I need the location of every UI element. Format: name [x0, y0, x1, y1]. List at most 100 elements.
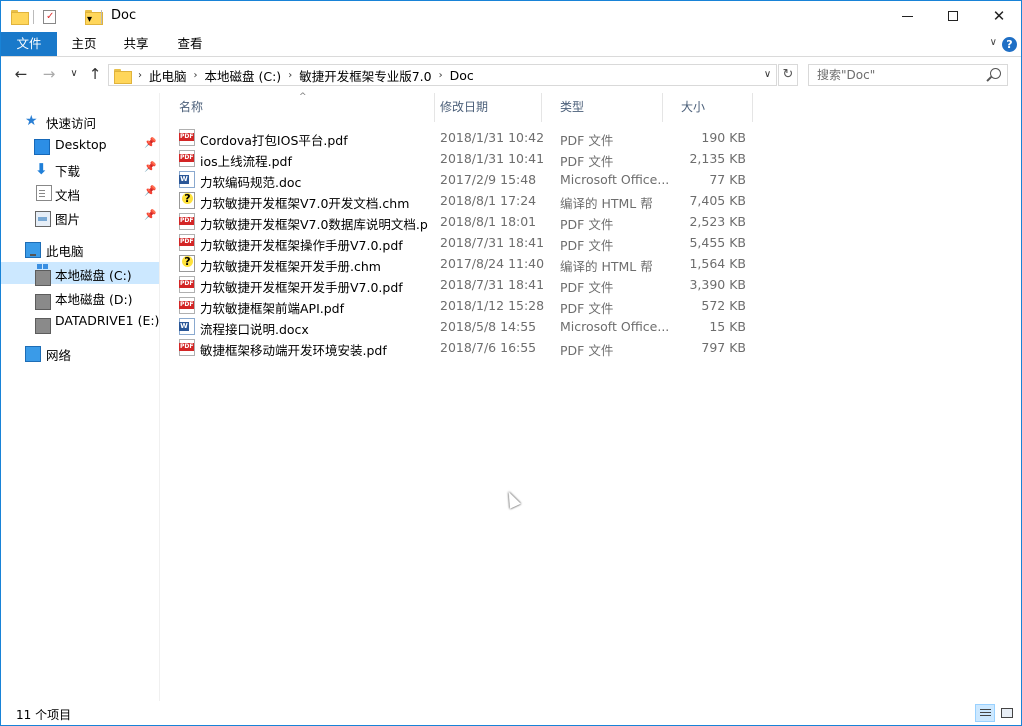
file-row[interactable]: 敏捷框架移动端开发环境安装.pdf 2018/7/6 16:55 PDF 文件 797… — [179, 337, 754, 358]
nav-item-documents[interactable]: 文档 📌 — [1, 182, 159, 204]
file-row[interactable]: 力软敏捷开发框架开发手册.chm 2017/8/24 11:40 编译的 HTML … — [179, 253, 754, 274]
nav-network[interactable]: 网络 — [1, 342, 159, 364]
breadcrumb-drive-c[interactable]: 本地磁盘 (C:) — [200, 66, 287, 85]
breadcrumb-separator[interactable]: › — [437, 70, 445, 81]
tab-share[interactable]: 共享 — [111, 32, 161, 56]
nav-drive-e[interactable]: DATADRIVE1 (E:) — [1, 310, 159, 334]
file-name: 力软敏捷开发框架开发手册V7.0.pdf — [200, 280, 403, 295]
pdf-file-icon — [179, 150, 195, 167]
file-modified-date: 2018/8/1 18:01 — [440, 214, 537, 229]
file-row[interactable]: 力软敏捷框架前端API.pdf 2018/1/12 15:28 PDF 文件 572 … — [179, 295, 754, 316]
column-label: 大小 — [681, 100, 706, 114]
tab-home[interactable]: 主页 — [59, 32, 109, 56]
desktop-icon — [34, 139, 50, 155]
properties-icon: ✓ — [43, 10, 56, 24]
file-size: 797 KB — [701, 340, 746, 355]
pin-icon[interactable]: 📌 — [144, 138, 156, 149]
close-icon: ✕ — [992, 7, 1006, 25]
file-type: 编译的 HTML 帮 — [560, 196, 653, 211]
column-label: 修改日期 — [440, 100, 489, 114]
forward-button[interactable]: → — [39, 65, 59, 83]
search-icon[interactable] — [990, 68, 1001, 79]
file-size: 5,455 KB — [689, 235, 746, 250]
search-input[interactable] — [809, 65, 984, 85]
file-size: 7,405 KB — [689, 193, 746, 208]
help-icon[interactable]: ? — [1002, 37, 1017, 52]
file-name: 力软敏捷开发框架开发手册.chm — [200, 259, 381, 274]
breadcrumb-separator[interactable]: › — [192, 70, 200, 81]
file-row[interactable]: 力软敏捷开发框架V7.0开发文档.chm 2018/8/1 17:24 编译的 HT… — [179, 190, 754, 211]
breadcrumb-this-pc[interactable]: 此电脑 — [144, 66, 192, 85]
column-header-name[interactable]: ^ 名称 — [161, 92, 435, 122]
close-button[interactable]: ✕ — [976, 1, 1021, 31]
minimize-button[interactable] — [884, 1, 930, 31]
title-bar: ✓ ▾ Doc ✕ — [1, 1, 1021, 32]
tab-view[interactable]: 查看 — [165, 32, 215, 56]
large-icons-view-button[interactable] — [997, 704, 1017, 722]
pictures-icon — [35, 211, 51, 227]
file-row[interactable]: 力软敏捷开发框架V7.0数据库说明文档.p 2018/8/1 18:01 PDF 文… — [179, 211, 754, 232]
computer-icon — [25, 242, 41, 258]
refresh-button[interactable]: ↻ — [778, 64, 798, 86]
file-type: Microsoft Office... — [560, 172, 670, 187]
nav-quick-access[interactable]: ★ 快速访问 — [1, 110, 159, 132]
address-row: ← → ∨ ↑ › 此电脑 › 本地磁盘 (C:) › 敏捷开发框架专业版7.0… — [1, 57, 1021, 93]
nav-item-desktop[interactable]: Desktop 📌 — [1, 134, 159, 156]
file-row[interactable]: 力软敏捷开发框架操作手册V7.0.pdf 2018/7/31 18:41 PDF 文… — [179, 232, 754, 253]
file-row[interactable]: ios上线流程.pdf 2018/1/31 10:41 PDF 文件 2,135 KB — [179, 148, 754, 169]
tab-file[interactable]: 文件 — [1, 32, 57, 56]
customize-toolbar-button[interactable]: ▾ — [87, 10, 92, 28]
nav-item-downloads[interactable]: ⬇ 下载 📌 — [1, 158, 159, 180]
up-button[interactable]: ↑ — [85, 65, 105, 83]
divider — [33, 10, 34, 24]
file-name: 力软敏捷开发框架V7.0开发文档.chm — [200, 196, 410, 211]
back-button[interactable]: ← — [11, 65, 31, 83]
nav-drive-c[interactable]: 本地磁盘 (C:) — [1, 262, 159, 286]
column-header-size[interactable]: 大小 — [663, 93, 753, 122]
address-dropdown-icon[interactable]: ∨ — [759, 65, 776, 85]
large-icons-view-icon — [1001, 708, 1013, 718]
expand-ribbon-icon[interactable]: ∨ — [990, 37, 997, 48]
file-size: 77 KB — [709, 172, 746, 187]
download-icon: ⬇ — [35, 160, 48, 178]
status-bar: 11 个项目 — [1, 701, 1021, 725]
address-bar[interactable]: › 此电脑 › 本地磁盘 (C:) › 敏捷开发框架专业版7.0 › Doc ∨ — [108, 64, 777, 86]
pin-icon[interactable]: 📌 — [144, 162, 156, 173]
file-row[interactable]: 力软敏捷开发框架开发手册V7.0.pdf 2018/7/31 18:41 PDF 文… — [179, 274, 754, 295]
file-row[interactable]: 流程接口说明.docx 2018/5/8 14:55 Microsoft Offic… — [179, 316, 754, 337]
file-name: ios上线流程.pdf — [200, 154, 292, 169]
pdf-file-icon — [179, 276, 195, 293]
pin-icon[interactable]: 📌 — [144, 210, 156, 221]
details-view-button[interactable] — [975, 704, 995, 722]
folder-icon — [11, 10, 29, 25]
window-title: Doc — [111, 8, 137, 23]
drive-icon — [35, 264, 51, 286]
nav-this-pc[interactable]: 此电脑 — [1, 238, 159, 260]
file-row[interactable]: 力软编码规范.doc 2017/2/9 15:48 Microsoft Office… — [179, 169, 754, 190]
file-size: 2,135 KB — [689, 151, 746, 166]
file-row[interactable]: Cordova打包IOS平台.pdf 2018/1/31 10:42 PDF 文件 1… — [179, 127, 754, 148]
nav-item-pictures[interactable]: 图片 📌 — [1, 206, 159, 228]
nav-drive-d[interactable]: 本地磁盘 (D:) — [1, 286, 159, 310]
nav-label: 快速访问 — [46, 116, 97, 131]
pin-icon[interactable]: 📌 — [144, 186, 156, 197]
file-type: 编译的 HTML 帮 — [560, 259, 653, 274]
column-header-type[interactable]: 类型 — [542, 93, 663, 122]
breadcrumb-doc[interactable]: Doc — [445, 68, 479, 83]
nav-label: 此电脑 — [46, 244, 84, 259]
breadcrumb-framework[interactable]: 敏捷开发框架专业版7.0 — [294, 66, 436, 85]
nav-label: 下载 — [55, 164, 81, 179]
file-name: 力软编码规范.doc — [200, 175, 302, 190]
file-modified-date: 2018/7/31 18:41 — [440, 277, 545, 292]
maximize-button[interactable] — [930, 1, 976, 31]
recent-locations-button[interactable]: ∨ — [64, 68, 84, 79]
column-header-date[interactable]: 修改日期 — [422, 93, 542, 122]
file-list: ^ 名称 修改日期 类型 大小 Cordova打包IOS平台.pdf 2018/1… — [161, 92, 1021, 701]
nav-label: 文档 — [55, 188, 81, 203]
properties-button[interactable]: ✓ — [43, 8, 56, 26]
file-modified-date: 2018/1/31 10:41 — [440, 151, 545, 166]
breadcrumb-separator[interactable]: › — [286, 70, 294, 81]
file-name: Cordova打包IOS平台.pdf — [200, 133, 348, 148]
file-modified-date: 2017/8/24 11:40 — [440, 256, 545, 271]
navigation-pane: ★ 快速访问 Desktop 📌 ⬇ 下载 📌 文档 📌 图片 📌 此电脑 本地… — [1, 93, 160, 701]
